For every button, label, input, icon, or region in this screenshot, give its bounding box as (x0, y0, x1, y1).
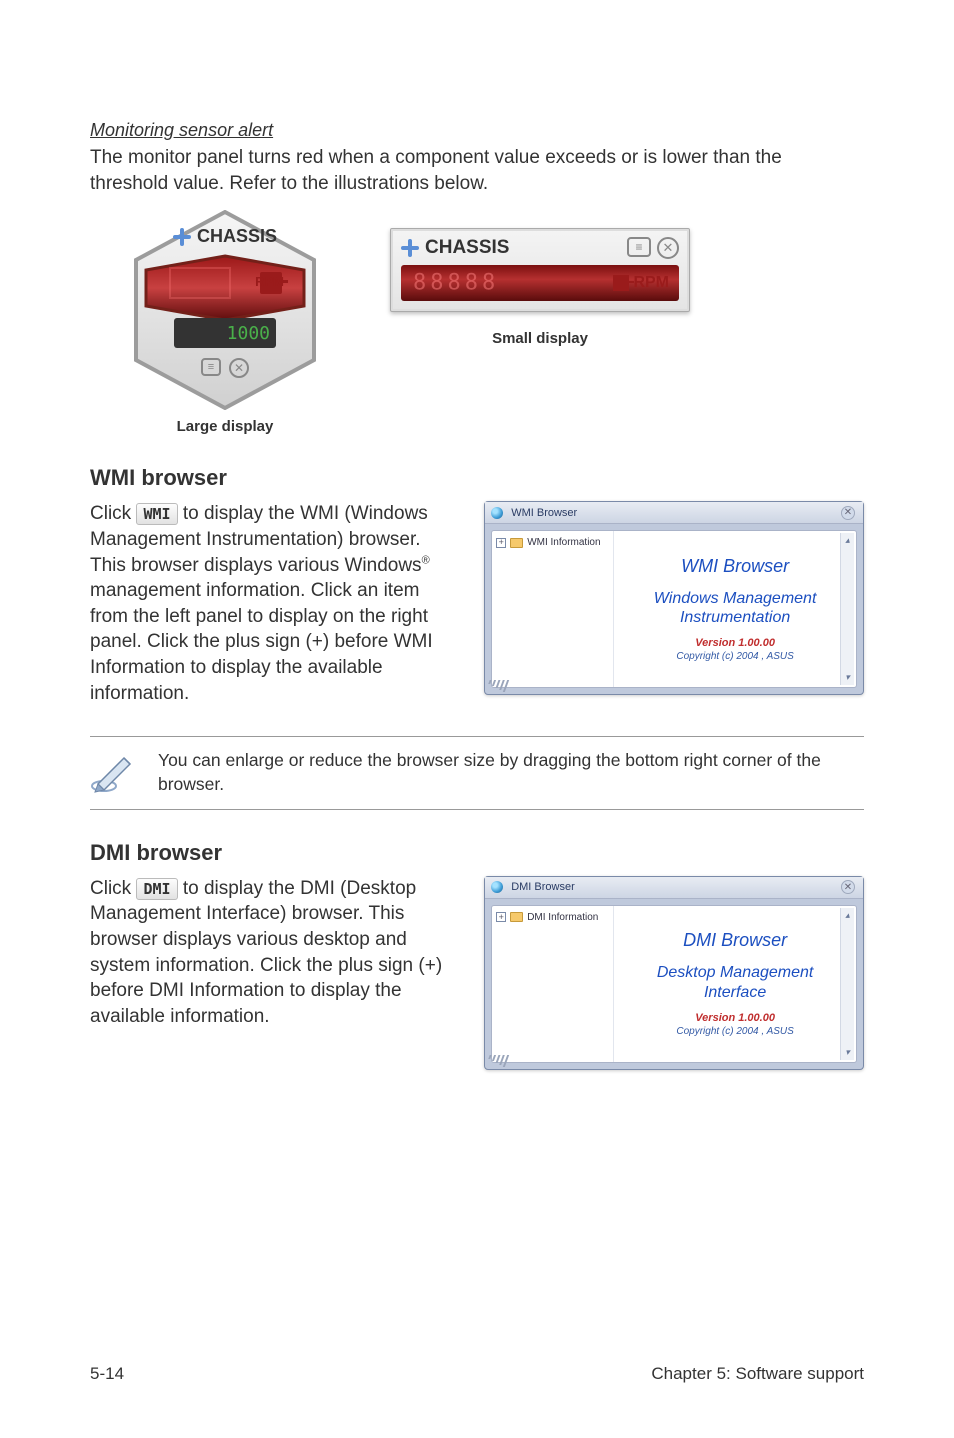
close-icon: ✕ (841, 880, 855, 894)
rpm-label-large: RPM (255, 274, 284, 289)
chassis-small-panel: CHASSIS ≡ ✕ 88888 RPM (390, 228, 690, 312)
dmi-pane-line1: Desktop Management (657, 963, 814, 982)
dmi-pane-title: DMI Browser (683, 930, 787, 951)
chassis-large-label: CHASSIS (197, 226, 277, 247)
dmi-tree-root: DMI Information (527, 912, 598, 923)
dmi-section-heading: DMI browser (90, 840, 864, 866)
resize-grip-icon (489, 1055, 507, 1067)
dmi-pane-line2: Interface (657, 983, 814, 1002)
dmi-browser-window: DMI Browser ✕ + DMI Information DMI Brow… (484, 876, 864, 1070)
chassis-cross-icon (401, 239, 419, 257)
close-icon: ✕ (841, 506, 855, 520)
rpm-block-icon (613, 275, 629, 291)
close-icon: ✕ (229, 358, 249, 378)
folder-icon (510, 912, 523, 922)
wmi-paragraph: Click WMI to display the WMI (Windows Ma… (90, 501, 460, 706)
display-illustrations-row: CHASSIS RPM 1000 ≡ ✕ Large display CHASS… (90, 210, 864, 435)
digit-placeholder: 88888 (413, 271, 499, 296)
rpm-label-small: RPM (633, 274, 669, 292)
monitoring-alert-heading: Monitoring sensor alert (90, 120, 864, 141)
dmi-button-inline: DMI (136, 878, 177, 900)
note-text: You can enlarge or reduce the browser si… (158, 749, 864, 796)
page-footer: 5-14 Chapter 5: Software support (90, 1364, 864, 1384)
wmi-pane-line2: Instrumentation (654, 608, 817, 627)
wmi-copyright: Copyright (c) 2004 , ASUS (676, 651, 793, 662)
wmi-pane-title: WMI Browser (681, 556, 789, 577)
registered-mark: ® (422, 554, 430, 566)
large-display-caption: Large display (177, 418, 274, 435)
dmi-window-title: DMI Browser (511, 881, 575, 893)
dmi-paragraph: Click DMI to display the DMI (Desktop Ma… (90, 876, 460, 1070)
reading-value-large: 1000 (174, 318, 276, 348)
footer-chapter: Chapter 5: Software support (651, 1364, 864, 1384)
scrollbar: ▴ ▾ (840, 908, 854, 1060)
chassis-small-label: CHASSIS (425, 237, 509, 259)
dmi-version: Version 1.00.00 (695, 1012, 775, 1024)
wmi-window-titlebar: WMI Browser ✕ (485, 502, 863, 524)
globe-icon (491, 881, 503, 893)
config-icon: ≡ (201, 358, 221, 376)
wmi-section-heading: WMI browser (90, 465, 864, 491)
monitoring-alert-text: The monitor panel turns red when a compo… (90, 145, 864, 196)
scrollbar: ▴ ▾ (840, 533, 854, 685)
footer-page-number: 5-14 (90, 1364, 124, 1384)
wmi-window-title: WMI Browser (511, 507, 577, 519)
globe-icon (491, 507, 503, 519)
chassis-large-panel: CHASSIS RPM 1000 ≡ ✕ (130, 210, 320, 410)
dmi-tree-panel: + DMI Information (492, 906, 614, 1062)
small-display-caption: Small display (492, 330, 588, 347)
scroll-down-icon: ▾ (845, 672, 850, 683)
wmi-tree-panel: + WMI Information (492, 531, 614, 687)
resize-grip-icon (489, 680, 507, 692)
scroll-up-icon: ▴ (845, 910, 850, 921)
dmi-copyright: Copyright (c) 2004 , ASUS (676, 1026, 793, 1037)
note-callout: You can enlarge or reduce the browser si… (90, 736, 864, 809)
wmi-pane-line1: Windows Management (654, 589, 817, 608)
chassis-cross-icon (173, 228, 191, 246)
plus-icon: + (496, 538, 506, 548)
plus-icon: + (496, 912, 506, 922)
config-icon: ≡ (627, 237, 651, 257)
wmi-browser-window: WMI Browser ✕ + WMI Information WMI Brow… (484, 501, 864, 695)
wmi-tree-root: WMI Information (527, 537, 600, 548)
scroll-up-icon: ▴ (845, 535, 850, 546)
note-pen-icon (90, 752, 138, 794)
folder-icon (510, 538, 523, 548)
wmi-button-inline: WMI (136, 503, 177, 525)
wmi-version: Version 1.00.00 (695, 637, 775, 649)
dmi-window-titlebar: DMI Browser ✕ (485, 877, 863, 899)
close-icon: ✕ (657, 237, 679, 259)
scroll-down-icon: ▾ (845, 1047, 850, 1058)
